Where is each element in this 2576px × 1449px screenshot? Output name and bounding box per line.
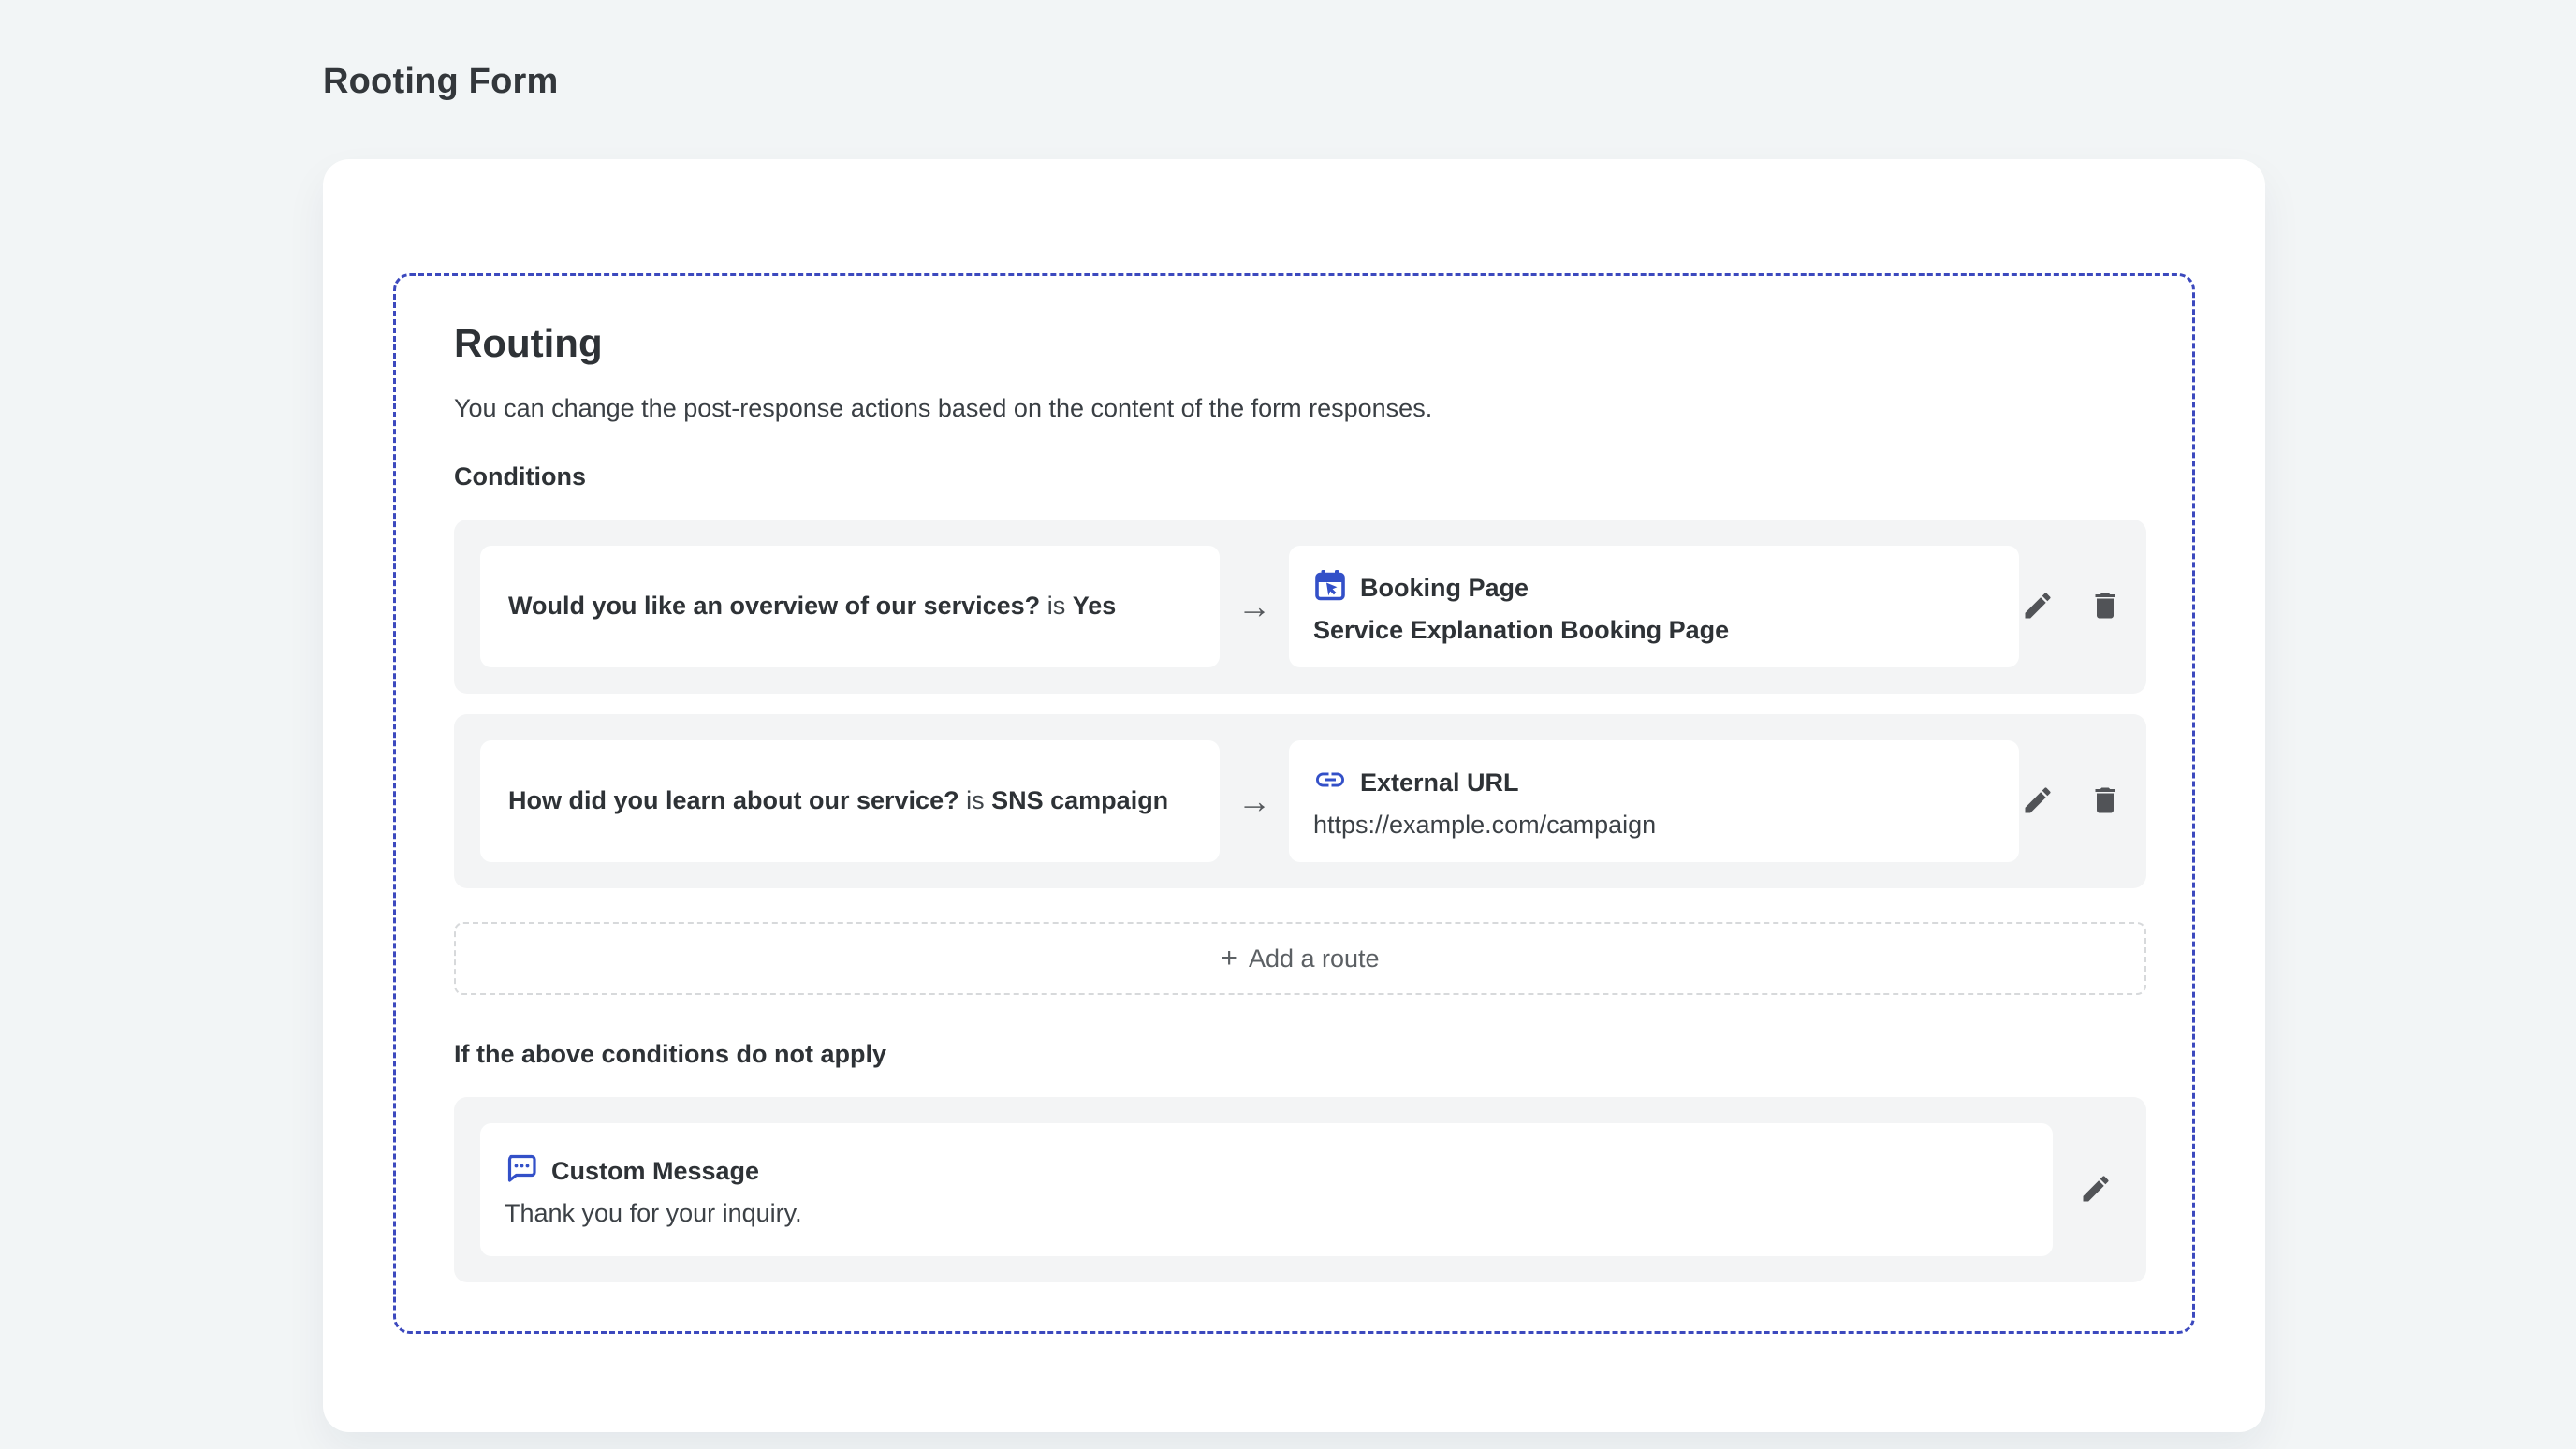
action-detail: https://example.com/campaign: [1313, 811, 1995, 840]
action-card: Booking Page Service Explanation Booking…: [1289, 546, 2019, 667]
condition-text: How did you learn about our service? is …: [508, 782, 1168, 821]
fallback-row: Custom Message Thank you for your inquir…: [454, 1097, 2146, 1282]
action-detail: Service Explanation Booking Page: [1313, 616, 1995, 645]
condition-text: Would you like an overview of our servic…: [508, 587, 1116, 626]
routing-section[interactable]: Routing You can change the post-response…: [393, 273, 2195, 1334]
arrow-right-icon: →: [1237, 590, 1271, 623]
fallback-action-card: Custom Message Thank you for your inquir…: [480, 1123, 2053, 1256]
edit-condition-button[interactable]: [2019, 588, 2056, 625]
condition-question: How did you learn about our service?: [508, 786, 959, 814]
add-route-button[interactable]: + Add a route: [454, 922, 2146, 995]
row-actions: [2077, 1171, 2120, 1208]
external-url-icon: [1313, 763, 1347, 803]
action-type-label: External URL: [1360, 768, 1519, 798]
condition-row-2: How did you learn about our service? is …: [454, 714, 2146, 888]
row-actions: [2019, 783, 2130, 820]
condition-question: Would you like an overview of our servic…: [508, 592, 1040, 620]
routing-description: You can change the post-response actions…: [454, 394, 2134, 423]
custom-message-icon: [505, 1151, 538, 1192]
condition-operator: is: [966, 786, 985, 814]
booking-page-icon: [1313, 568, 1347, 608]
condition-card: Would you like an overview of our servic…: [480, 546, 1220, 667]
fallback-label: If the above conditions do not apply: [454, 1040, 2134, 1069]
pencil-icon: [2079, 1172, 2113, 1208]
condition-answer: Yes: [1073, 592, 1117, 620]
condition-answer: SNS campaign: [991, 786, 1168, 814]
routing-heading: Routing: [454, 321, 2134, 366]
condition-row-1: Would you like an overview of our servic…: [454, 520, 2146, 694]
page-title: Rooting Form: [323, 62, 558, 102]
trash-icon: [2088, 589, 2122, 625]
action-detail: Thank you for your inquiry.: [505, 1199, 2028, 1228]
action-card: External URL https://example.com/campaig…: [1289, 740, 2019, 862]
pencil-icon: [2021, 589, 2055, 625]
edit-condition-button[interactable]: [2019, 783, 2056, 820]
add-route-label: Add a route: [1249, 944, 1380, 973]
conditions-label: Conditions: [454, 462, 2134, 491]
delete-condition-button[interactable]: [2086, 783, 2124, 820]
pencil-icon: [2021, 783, 2055, 820]
trash-icon: [2088, 783, 2122, 820]
edit-fallback-button[interactable]: [2077, 1171, 2115, 1208]
row-actions: [2019, 588, 2130, 625]
plus-icon: +: [1221, 944, 1237, 973]
action-type-label: Custom Message: [551, 1157, 759, 1186]
condition-card: How did you learn about our service? is …: [480, 740, 1220, 862]
condition-operator: is: [1047, 592, 1066, 620]
action-type-label: Booking Page: [1360, 574, 1529, 603]
delete-condition-button[interactable]: [2086, 588, 2124, 625]
form-settings-card: Routing You can change the post-response…: [323, 159, 2265, 1432]
arrow-right-icon: →: [1237, 784, 1271, 818]
